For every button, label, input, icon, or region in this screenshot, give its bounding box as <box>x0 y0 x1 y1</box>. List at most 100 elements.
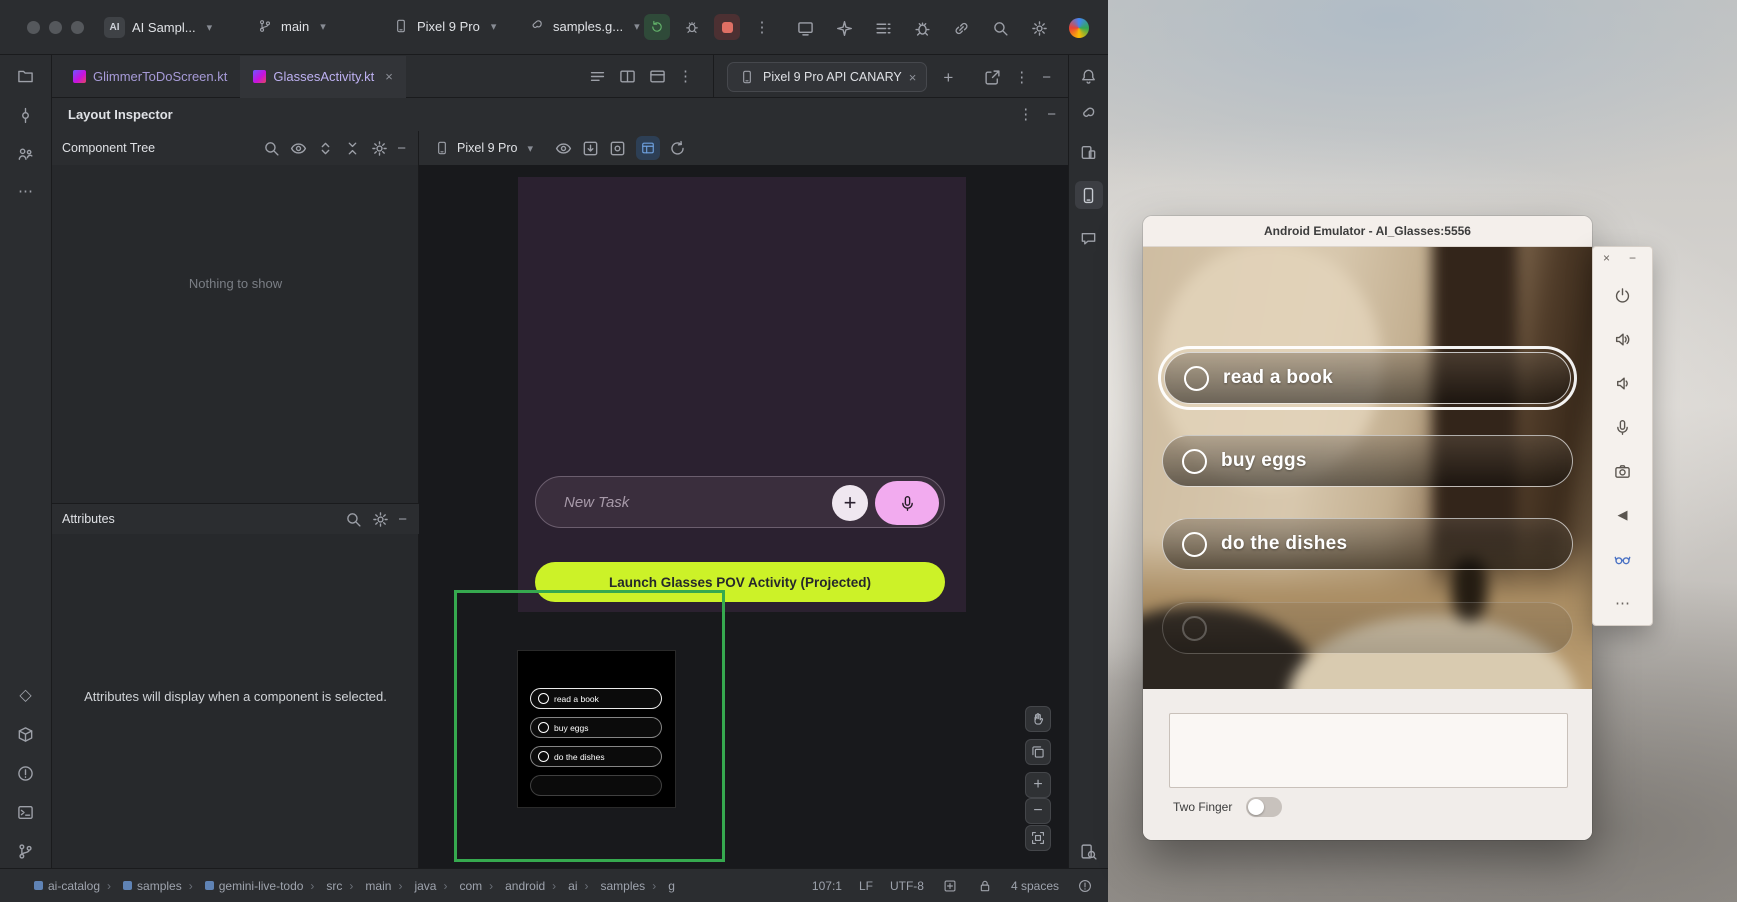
editor-more-icon[interactable]: ⋮ <box>678 69 693 84</box>
hide-panel-icon[interactable]: − <box>1042 70 1051 85</box>
indent-setting[interactable]: 4 spaces <box>1011 879 1059 893</box>
readonly-lock-icon[interactable] <box>976 877 994 895</box>
emulator-camera-view[interactable]: read a book buy eggs do the dishes <box>1143 247 1592 689</box>
todo-item[interactable]: do the dishes <box>530 746 662 767</box>
problems-tool-icon[interactable] <box>17 764 35 782</box>
search-icon[interactable] <box>344 510 362 528</box>
services-tool-icon[interactable] <box>17 725 35 743</box>
panel-hide-icon[interactable]: − <box>1047 107 1056 122</box>
running-devices-icon[interactable] <box>1075 181 1103 209</box>
add-device-icon[interactable]: + <box>943 69 953 86</box>
window-minimize-button[interactable] <box>49 21 62 34</box>
todo-item-selected[interactable]: read a book <box>1158 346 1577 410</box>
file-encoding[interactable]: UTF-8 <box>890 879 924 893</box>
lay out-inspector-icon[interactable] <box>1080 842 1098 860</box>
more-actions-icon[interactable]: ⋮ <box>749 14 775 40</box>
more-tools-icon[interactable]: ⋯ <box>18 184 33 199</box>
visibility-icon[interactable] <box>289 139 307 157</box>
close-device-tab-icon[interactable]: × <box>909 70 917 85</box>
stop-button[interactable] <box>714 14 740 40</box>
rerun-button[interactable] <box>644 14 670 40</box>
launch-glasses-button[interactable]: Launch Glasses POV Activity (Projected) <box>535 562 945 602</box>
tasks-icon[interactable] <box>874 19 892 37</box>
new-task-input[interactable]: New Task + <box>535 476 945 528</box>
search-icon[interactable] <box>991 19 1009 37</box>
device-select-widget[interactable]: Pixel 9 Pro ▾ <box>392 17 496 35</box>
editor-tab-glassesactivity[interactable]: GlassesActivity.kt × <box>240 56 405 98</box>
toolbar-close-icon[interactable]: × <box>1603 251 1610 265</box>
hide-icon[interactable]: − <box>398 512 407 527</box>
gemini-icon[interactable] <box>835 19 853 37</box>
two-finger-toggle[interactable] <box>1246 797 1282 817</box>
project-tool-icon[interactable] <box>17 67 35 85</box>
todo-item[interactable]: read a book <box>530 688 662 709</box>
todo-item[interactable]: do the dishes <box>1162 518 1573 570</box>
todo-item[interactable]: buy eggs <box>530 717 662 738</box>
window-zoom-button[interactable] <box>71 21 84 34</box>
volume-down-icon[interactable] <box>1592 361 1653 405</box>
zoom-out-icon[interactable]: − <box>1025 798 1051 824</box>
device-mirror-viewport[interactable]: New Task + Launch Glasses POV Activity (… <box>419 165 1068 868</box>
add-icon[interactable] <box>941 877 959 895</box>
layers-icon[interactable] <box>1025 739 1051 765</box>
open-files-icon[interactable] <box>588 67 606 85</box>
voice-input-button[interactable] <box>875 481 939 525</box>
screen-record-icon[interactable] <box>609 139 627 157</box>
back-icon[interactable]: ◀ <box>1592 493 1653 537</box>
insights-tool-icon[interactable]: ◇ <box>19 688 31 704</box>
debug-button[interactable] <box>679 14 705 40</box>
emulator-input-field[interactable] <box>1169 713 1568 788</box>
zoom-fit-icon[interactable] <box>1025 825 1051 851</box>
split-editor-icon[interactable] <box>618 67 636 85</box>
project-widget[interactable]: AI AI Sampl... ▾ <box>104 17 212 38</box>
power-icon[interactable] <box>1592 273 1653 317</box>
toolbar-more-icon[interactable]: ⋯ <box>1592 581 1653 625</box>
branch-widget[interactable]: main ▾ <box>256 17 326 35</box>
profiler-icon[interactable] <box>913 19 931 37</box>
device-streaming-icon[interactable] <box>796 19 814 37</box>
line-separator[interactable]: LF <box>859 879 873 893</box>
window-close-button[interactable] <box>27 21 40 34</box>
commit-tool-icon[interactable] <box>17 106 35 124</box>
user-avatar[interactable] <box>1069 18 1089 38</box>
screenshot-icon[interactable] <box>582 139 600 157</box>
emulator-titlebar[interactable]: Android Emulator - AI_Glasses:5556 <box>1143 216 1592 247</box>
refresh-icon[interactable] <box>669 139 687 157</box>
todo-item[interactable]: buy eggs <box>1162 435 1573 487</box>
camera-icon[interactable] <box>1592 449 1653 493</box>
close-tab-icon[interactable]: × <box>385 69 393 84</box>
structure-tool-icon[interactable] <box>17 145 35 163</box>
open-in-window-icon[interactable] <box>983 68 1001 86</box>
settings-icon[interactable] <box>370 139 388 157</box>
hide-icon[interactable]: − <box>397 141 406 156</box>
device-panel-more-icon[interactable]: ⋮ <box>1014 70 1029 85</box>
detach-editor-icon[interactable] <box>648 67 666 85</box>
breadcrumb[interactable]: ai-catalog samples gemini-live-todo src … <box>34 879 675 893</box>
layout-inspector-toggle-icon[interactable] <box>636 136 660 160</box>
cursor-position[interactable]: 107:1 <box>812 879 842 893</box>
version-control-tool-icon[interactable] <box>17 842 35 860</box>
add-task-button[interactable]: + <box>832 485 868 521</box>
glasses-display-mirror[interactable]: read a book buy eggs do the dishes <box>517 650 676 808</box>
search-icon[interactable] <box>262 139 280 157</box>
zoom-in-icon[interactable]: + <box>1025 772 1051 798</box>
mirror-device-select[interactable]: Pixel 9 Pro ▾ <box>433 139 533 157</box>
editor-tab-glimmertodoscreen[interactable]: GlimmerToDoScreen.kt <box>60 56 240 98</box>
panel-more-icon[interactable]: ⋮ <box>1018 107 1033 122</box>
settings-icon[interactable] <box>371 510 389 528</box>
collapse-all-icon[interactable] <box>343 139 361 157</box>
visibility-icon[interactable] <box>555 139 573 157</box>
assistant-icon[interactable] <box>1080 229 1098 247</box>
settings-icon[interactable] <box>1030 19 1048 37</box>
notifications-icon[interactable] <box>1080 67 1098 85</box>
link-icon[interactable] <box>952 19 970 37</box>
terminal-tool-icon[interactable] <box>17 803 35 821</box>
gradle-tool-icon[interactable] <box>1080 105 1098 123</box>
expand-all-icon[interactable] <box>316 139 334 157</box>
phone-screen[interactable]: New Task + Launch Glasses POV Activity (… <box>518 177 966 612</box>
volume-up-icon[interactable] <box>1592 317 1653 361</box>
run-config-widget[interactable]: samples.g... ▾ <box>528 17 640 35</box>
device-manager-icon[interactable] <box>1080 143 1098 161</box>
running-device-tab[interactable]: Pixel 9 Pro API CANARY × <box>727 62 927 92</box>
glasses-icon[interactable] <box>1592 537 1653 581</box>
